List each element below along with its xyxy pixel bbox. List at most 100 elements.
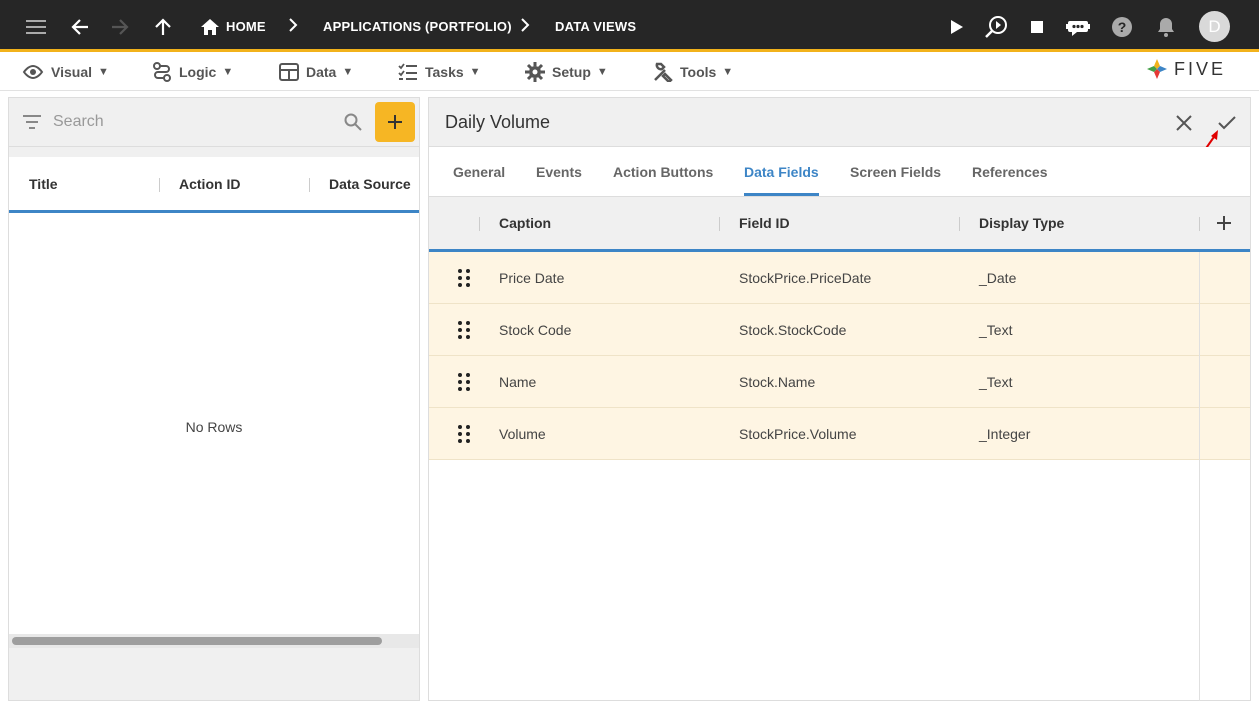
close-icon[interactable] — [1172, 111, 1196, 135]
tab-events[interactable]: Events — [536, 147, 582, 196]
menu-logic[interactable]: Logic ▼ — [152, 55, 233, 89]
caret-down-icon: ▼ — [342, 66, 354, 78]
chevron-right-icon — [288, 18, 298, 37]
caret-down-icon: ▼ — [596, 66, 608, 78]
cell-display-type: _Text — [979, 321, 1013, 338]
add-button[interactable] — [375, 102, 415, 142]
menu-tasks[interactable]: Tasks ▼ — [398, 55, 481, 89]
cell-caption: Price Date — [499, 269, 565, 286]
column-divider[interactable] — [1199, 217, 1200, 231]
avatar[interactable]: D — [1199, 11, 1230, 42]
breadcrumb-applications[interactable]: APPLICATIONS (PORTFOLIO) — [323, 0, 512, 52]
caret-down-icon: ▼ — [98, 66, 109, 78]
drag-handle-icon[interactable] — [457, 372, 471, 392]
column-divider[interactable] — [479, 217, 480, 231]
breadcrumb-home[interactable]: HOME — [226, 0, 266, 52]
five-logo: FIVE — [1146, 57, 1226, 81]
up-arrow-icon[interactable] — [147, 11, 179, 43]
fields-grid-header: Caption Field ID Display Type — [429, 197, 1250, 252]
menu-visual[interactable]: Visual ▼ — [22, 55, 109, 89]
chevron-right-icon — [520, 18, 530, 37]
svg-text:?: ? — [1118, 19, 1127, 35]
column-title[interactable]: Title — [29, 157, 58, 210]
tab-general[interactable]: General — [453, 147, 505, 196]
list-header: Title Action ID Data Source — [9, 157, 419, 213]
cell-field-id: Stock.Name — [739, 373, 816, 390]
tab-bar: General Events Action Buttons Data Field… — [429, 147, 1250, 197]
chat-bot-icon[interactable] — [1062, 11, 1094, 43]
eye-icon — [22, 65, 44, 79]
column-action-id[interactable]: Action ID — [179, 157, 240, 210]
search-icon[interactable] — [344, 113, 362, 131]
tab-data-fields[interactable]: Data Fields — [744, 147, 819, 196]
cell-field-id: StockPrice.PriceDate — [739, 269, 872, 286]
table-icon — [279, 63, 299, 81]
forward-arrow-icon[interactable] — [104, 11, 136, 43]
table-row[interactable]: Stock Code Stock.StockCode _Text — [429, 304, 1250, 356]
drag-handle-icon[interactable] — [457, 268, 471, 288]
drag-handle-icon[interactable] — [457, 320, 471, 340]
column-caption[interactable]: Caption — [499, 197, 551, 249]
menu-tasks-label: Tasks — [425, 64, 464, 80]
play-icon[interactable] — [941, 11, 973, 43]
logic-flow-icon — [153, 62, 171, 82]
menu-logic-label: Logic — [179, 64, 217, 80]
menu-data-label: Data — [306, 64, 337, 80]
column-divider[interactable] — [719, 217, 720, 231]
data-view-list: Title Action ID Data Source No Rows — [9, 157, 419, 635]
cell-display-type: _Text — [979, 373, 1013, 390]
menu-setup[interactable]: Setup ▼ — [525, 55, 608, 89]
column-data-source[interactable]: Data Source — [329, 157, 411, 210]
top-bar: HOME APPLICATIONS (PORTFOLIO) DATA VIEWS… — [0, 0, 1259, 52]
gear-icon — [525, 62, 545, 82]
menu-data[interactable]: Data ▼ — [279, 55, 353, 89]
menu-bar: Visual ▼ Logic ▼ Data ▼ Tasks ▼ Setup ▼ Tools… — [0, 55, 1259, 91]
caret-down-icon: ▼ — [469, 66, 481, 78]
tools-icon — [654, 62, 673, 82]
grid-column-divider — [1199, 252, 1200, 701]
filter-icon[interactable] — [23, 115, 41, 129]
cell-field-id: StockPrice.Volume — [739, 425, 857, 442]
scrollbar-thumb[interactable] — [12, 637, 382, 645]
cell-display-type: _Integer — [979, 425, 1031, 442]
cell-caption: Volume — [499, 425, 546, 442]
search-input[interactable] — [53, 111, 333, 133]
cell-caption: Stock Code — [499, 321, 572, 338]
home-icon[interactable] — [194, 11, 226, 43]
checklist-icon — [398, 63, 417, 80]
column-divider[interactable] — [959, 217, 960, 231]
stop-icon[interactable] — [1021, 11, 1053, 43]
form-title: Daily Volume — [445, 112, 551, 132]
tab-action-buttons[interactable]: Action Buttons — [613, 147, 713, 196]
back-arrow-icon[interactable] — [64, 11, 96, 43]
form-header: Daily Volume — [429, 98, 1250, 155]
table-row[interactable]: Price Date StockPrice.PriceDate _Date — [429, 252, 1250, 304]
add-field-icon[interactable] — [1214, 213, 1234, 233]
tab-screen-fields[interactable]: Screen Fields — [850, 147, 941, 196]
table-row[interactable]: Name Stock.Name _Text — [429, 356, 1250, 408]
empty-state-text: No Rows — [185, 419, 243, 435]
menu-icon[interactable] — [20, 11, 52, 43]
menu-tools[interactable]: Tools ▼ — [653, 55, 733, 89]
table-row[interactable]: Volume StockPrice.Volume _Integer — [429, 408, 1250, 460]
five-logo-icon — [1147, 59, 1167, 79]
column-divider[interactable] — [309, 178, 310, 192]
bell-icon[interactable] — [1150, 11, 1182, 43]
drag-handle-icon[interactable] — [457, 424, 471, 444]
column-display-type[interactable]: Display Type — [979, 197, 1064, 249]
caret-down-icon: ▼ — [722, 66, 734, 78]
search-row — [9, 98, 419, 147]
menu-setup-label: Setup — [552, 64, 591, 80]
help-icon[interactable]: ? — [1106, 11, 1138, 43]
debug-search-icon[interactable] — [980, 11, 1012, 43]
tab-references[interactable]: References — [972, 147, 1048, 196]
horizontal-scrollbar[interactable] — [9, 634, 419, 648]
menu-visual-label: Visual — [51, 64, 92, 80]
column-divider[interactable] — [159, 178, 160, 192]
menu-tools-label: Tools — [680, 64, 717, 80]
breadcrumb-data-views[interactable]: DATA VIEWS — [555, 0, 636, 52]
cell-display-type: _Date — [979, 269, 1017, 286]
column-field-id[interactable]: Field ID — [739, 197, 790, 249]
right-panel: Daily Volume General Events Action Butto… — [428, 97, 1251, 701]
plus-icon — [388, 115, 402, 129]
